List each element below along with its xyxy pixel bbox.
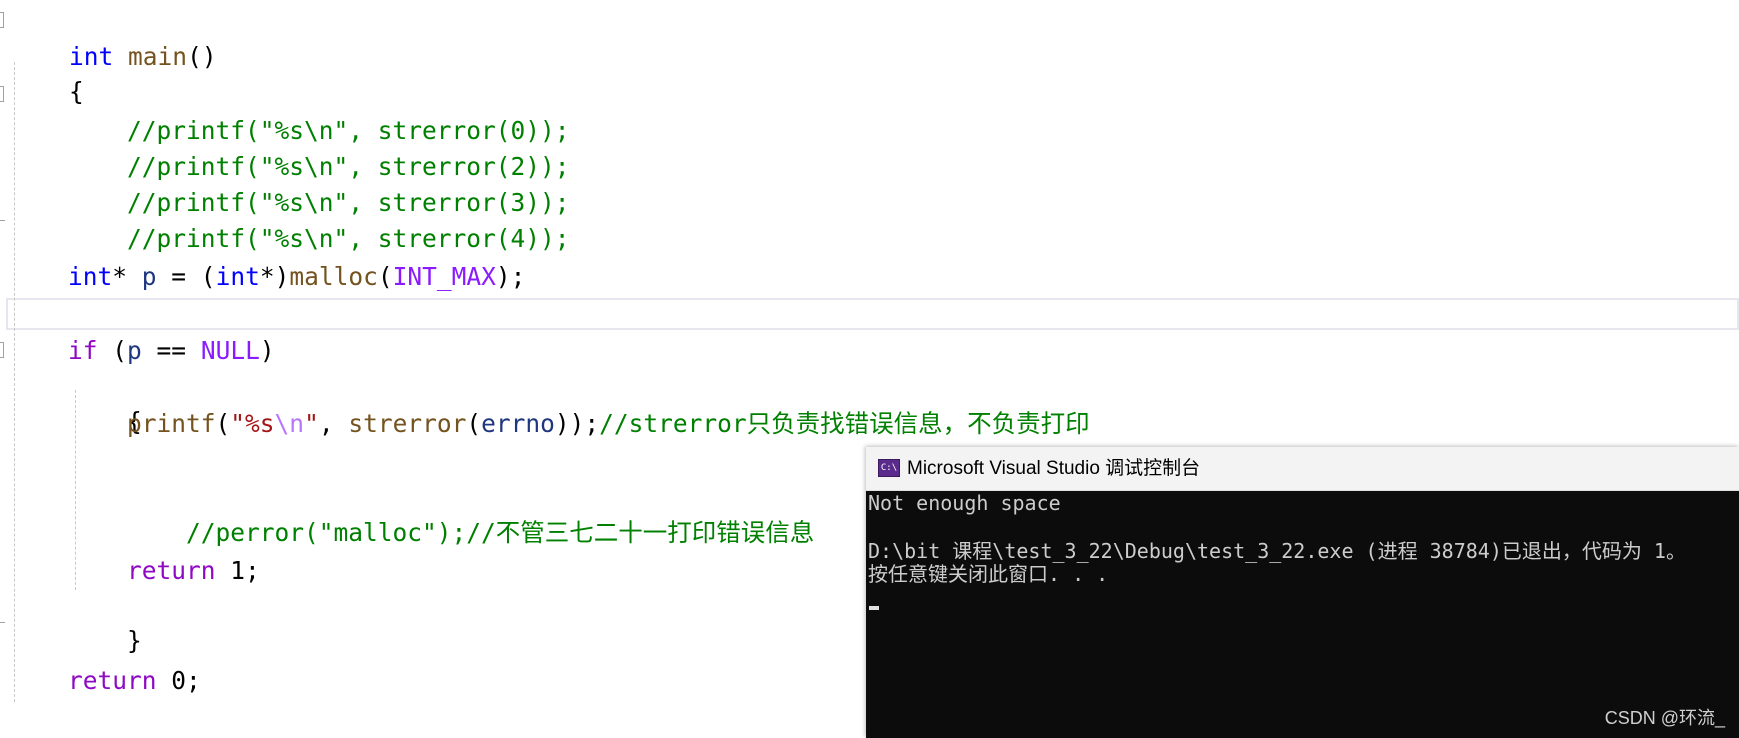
keyword-if: if <box>68 336 98 365</box>
comment: //strerror只负责找错误信息，不负责打印 <box>599 409 1090 438</box>
keyword-return: return <box>68 666 157 695</box>
macro-int-max: INT_MAX <box>392 262 496 291</box>
code-line-2: { <box>10 38 84 106</box>
code-line-5: //printf("%s\n", strerror(3)); <box>68 149 570 217</box>
string-literal: " <box>304 409 319 438</box>
escape-sequence: \n <box>274 409 305 438</box>
punctuation: * <box>112 262 142 291</box>
console-output-line: 按任意键关闭此窗口. . . <box>868 562 1109 586</box>
punctuation: *) <box>259 262 290 291</box>
watermark: CSDN @环流_ <box>1604 708 1725 728</box>
code-line-16: return 1; <box>127 553 260 589</box>
function-printf: printf <box>127 409 216 438</box>
console-title: Microsoft Visual Studio 调试控制台 <box>907 458 1201 479</box>
return-value: 0; <box>156 666 201 695</box>
return-value: 1; <box>215 556 260 585</box>
code-line-17: } <box>68 587 142 655</box>
console-titlebar[interactable]: C:\ Microsoft Visual Studio 调试控制台 <box>866 447 1739 491</box>
code-line-8: int* p = (int*)malloc(INT_MAX); <box>68 259 525 295</box>
punctuation: ( <box>466 409 482 438</box>
function-strerror: strerror <box>348 409 467 438</box>
current-line-highlight <box>6 298 1739 330</box>
keyword-int: int <box>215 262 260 291</box>
code-line-1: int main() <box>10 3 217 71</box>
fold-marker-if[interactable] <box>0 342 4 358</box>
code-line-14: //perror("malloc");//不管三七二十一打印错误信息 <box>127 479 814 547</box>
console-output-area[interactable]: Not enough space D:\bit 课程\test_3_22\Deb… <box>866 490 1739 738</box>
console-app-icon: C:\ <box>878 459 900 477</box>
punctuation: )); <box>554 409 600 438</box>
punctuation: = ( <box>156 262 216 291</box>
code-line-11: { <box>68 368 142 436</box>
code-line-12: printf("%s\n", strerror(errno));//strerr… <box>127 406 1090 442</box>
variable-p: p <box>127 336 142 365</box>
punctuation: == <box>141 336 201 365</box>
variable-p: p <box>141 262 157 291</box>
code-line-3: //printf("%s\n", strerror(0)); <box>68 77 570 145</box>
string-literal: "%s <box>230 409 275 438</box>
punctuation: , <box>318 409 349 438</box>
punctuation: ( <box>97 336 128 365</box>
close-brace: } <box>127 626 142 655</box>
punctuation: ( <box>377 262 393 291</box>
code-line-19: return 0; <box>68 663 201 699</box>
indent-guide <box>14 62 15 702</box>
code-line-6: //printf("%s\n", strerror(4)); <box>68 185 570 253</box>
fold-marker-comments[interactable] <box>0 86 4 102</box>
punctuation: ) <box>259 336 275 365</box>
code-line-10: if (p == NULL) <box>68 333 275 369</box>
comment: //perror("malloc");//不管三七二十一打印错误信息 <box>186 518 815 547</box>
keyword-return: return <box>127 556 216 585</box>
comment: //printf("%s\n", strerror(4)); <box>127 224 570 253</box>
punctuation: () <box>187 42 217 71</box>
macro-null: NULL <box>200 336 260 365</box>
code-line-20: } <box>10 700 84 736</box>
fold-end-comments <box>0 220 5 221</box>
fold-end-if <box>0 622 5 623</box>
debug-console-window[interactable]: C:\ Microsoft Visual Studio 调试控制台 Not en… <box>866 447 1739 738</box>
console-output-line: Not enough space <box>868 491 1061 515</box>
variable-errno: errno <box>481 409 555 438</box>
function-main: main <box>128 42 188 71</box>
code-line-4: //printf("%s\n", strerror(2)); <box>68 113 570 181</box>
punctuation: ( <box>215 409 231 438</box>
console-cursor <box>869 606 879 610</box>
function-malloc: malloc <box>289 262 378 291</box>
punctuation: ); <box>495 262 526 291</box>
console-output-line: D:\bit 课程\test_3_22\Debug\test_3_22.exe … <box>868 539 1686 563</box>
fold-marker-main[interactable] <box>0 12 4 28</box>
keyword-int: int <box>68 262 113 291</box>
